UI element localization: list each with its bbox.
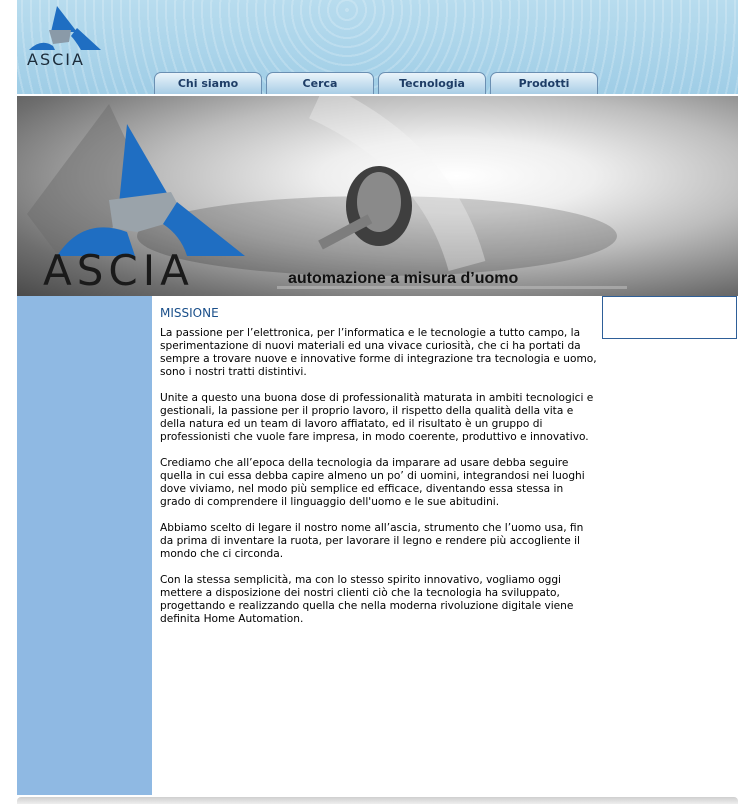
paragraph-3: Crediamo che all’epoca della tecnologia …	[160, 457, 585, 508]
tab-chi-siamo[interactable]: Chi siamo	[154, 72, 262, 94]
page-frame: ASCIA Chi siamo Cerca Tecnologia Prodott…	[17, 0, 738, 804]
tab-cerca[interactable]: Cerca	[266, 72, 374, 94]
tab-tecnologia[interactable]: Tecnologia	[378, 72, 486, 94]
footer-bar	[17, 797, 738, 804]
nav-tabs: Chi siamo Cerca Tecnologia Prodotti	[154, 72, 602, 94]
tab-prodotti[interactable]: Prodotti	[490, 72, 598, 94]
paragraph-1: La passione per l’elettronica, per l’inf…	[160, 327, 597, 378]
banner-tagline: automazione a misura d’uomo	[288, 270, 519, 287]
hero-banner: ASCIA automazione a misura d’uomo	[17, 96, 738, 296]
main-content: MISSIONE La passione per l’elettronica, …	[160, 306, 597, 639]
banner-logo-text: ASCIA	[43, 246, 194, 295]
paragraph-4: Abbiamo scelto di legare il nostro nome …	[160, 522, 584, 560]
paragraph-5: Con la stessa semplicità, ma con lo stes…	[160, 574, 574, 625]
logo-small-text: ASCIA	[27, 50, 85, 69]
site-header: ASCIA Chi siamo Cerca Tecnologia Prodott…	[17, 0, 738, 94]
page-title: MISSIONE	[160, 306, 219, 320]
right-sidebar-box	[602, 296, 737, 339]
left-sidebar	[17, 296, 152, 795]
paragraph-2: Unite a questo una buona dose di profess…	[160, 392, 594, 443]
